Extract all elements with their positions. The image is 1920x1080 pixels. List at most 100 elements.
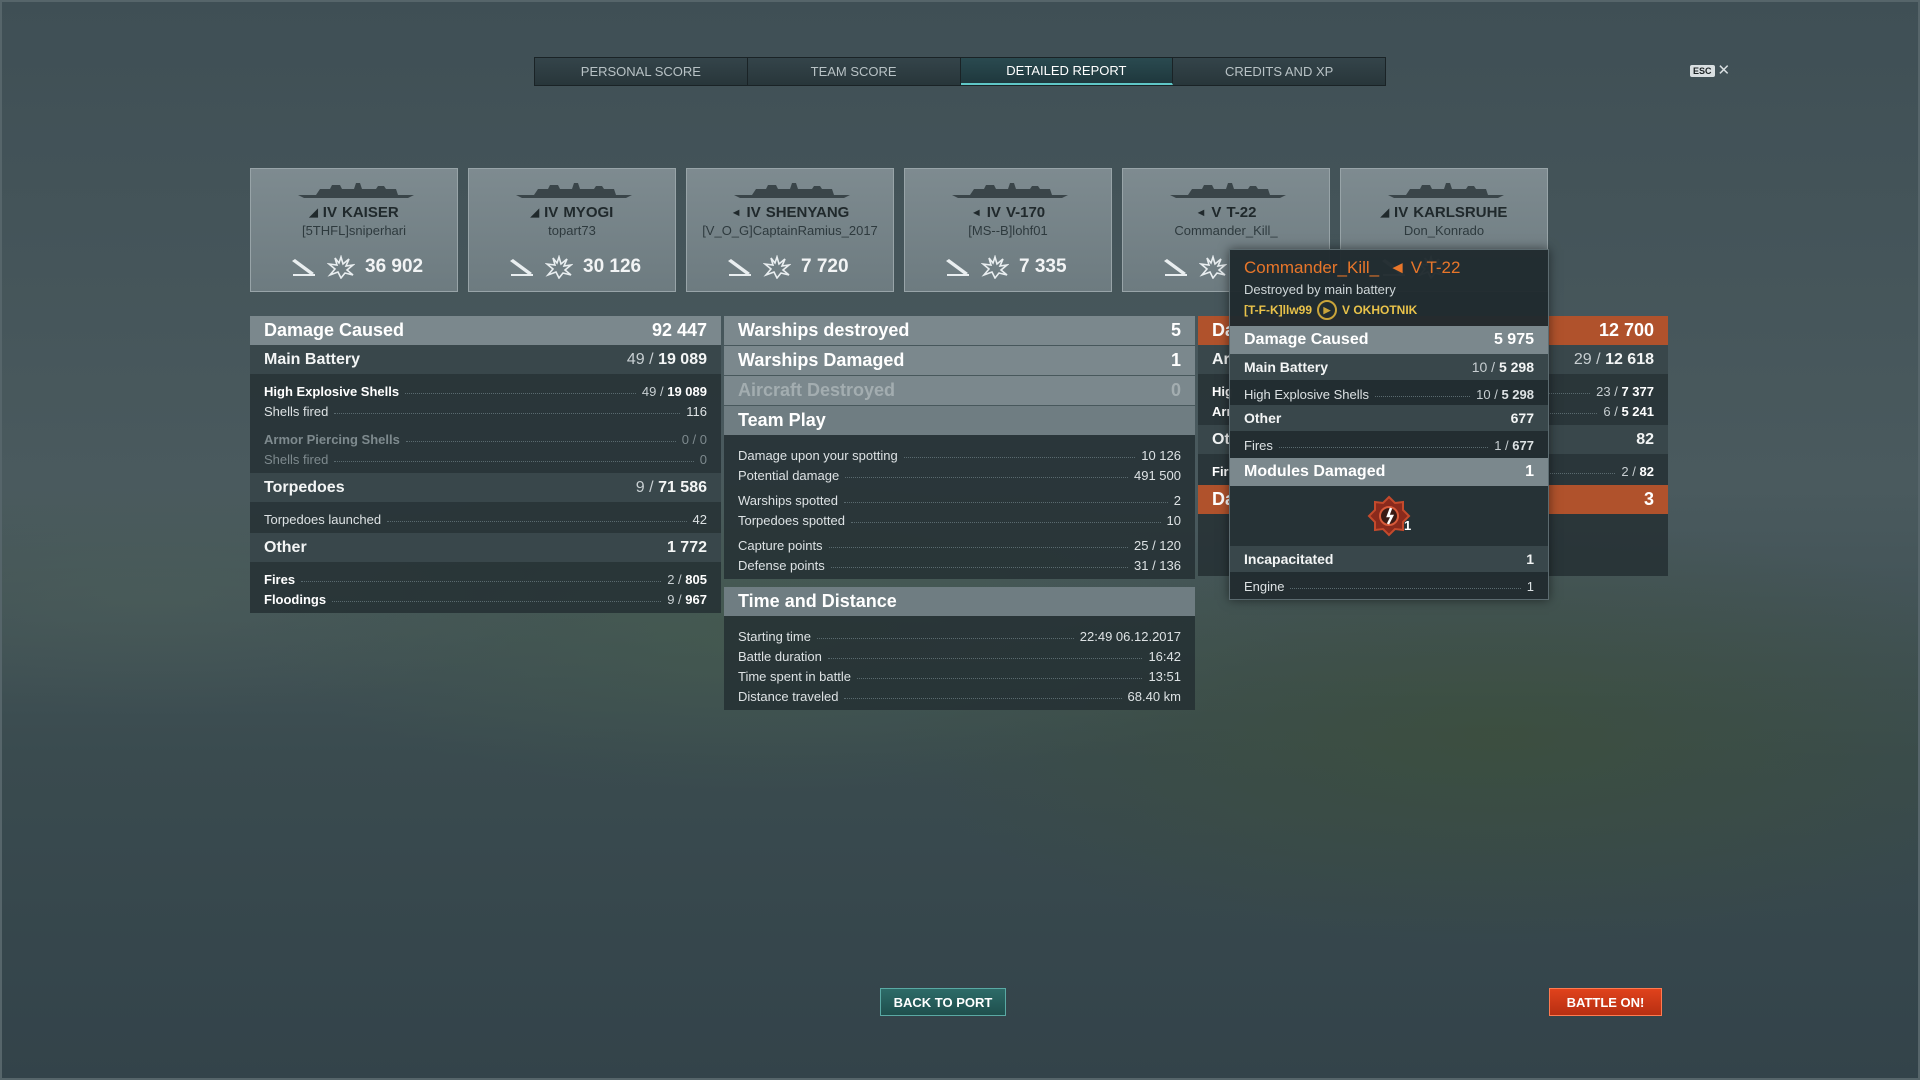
destroyer-type-icon: ◄ [1389,258,1406,277]
ship-class-icon: ◢ [309,207,318,219]
tooltip-destroyed-by: Destroyed by main battery [1244,282,1396,297]
fires-row: Fires 2 / 805 [264,572,707,587]
tooltip-main-battery: Main Battery 10 / 5 298 [1230,354,1548,380]
damage-burst-icon [1199,255,1227,279]
ship-silhouette-icon [1170,183,1286,198]
team-play-header: Team Play [724,406,1195,435]
damage-burst-icon [545,255,573,279]
tab-personal-score[interactable]: PERSONAL SCORE [535,58,748,85]
tooltip-other: Other 677 [1230,405,1548,431]
ship-damage-value: 30 126 [583,256,642,277]
ship-stats: 7 335 [943,255,1067,279]
spotting-damage-row: Damage upon your spotting 10 126 [738,448,1181,463]
ship-silhouette-icon [298,183,414,198]
ship-damage-value: 7 335 [1019,256,1067,277]
ship-player-name: [MS--B]lohf01 [968,223,1048,238]
tooltip-killer: [T-F-K]llw99 ▶ V OKHOTNIK [1244,300,1534,320]
battle-duration-row: Battle duration 16:42 [738,649,1181,664]
ap-shells-row: Armor Piercing Shells 0 / 0 [264,432,707,447]
report-tabs: PERSONAL SCORE TEAM SCORE DETAILED REPOR… [534,57,1386,86]
ship-stats: 30 126 [507,255,641,279]
ship-stats: 7 720 [725,255,849,279]
sunk-ship-icon [1164,259,1187,276]
time-in-battle-row: Time spent in battle 13:51 [738,669,1181,684]
damage-burst-icon [981,255,1009,279]
ship-class-icon: ◄ [730,206,742,219]
damage-caused-header: Damage Caused 92 447 [250,316,721,345]
starting-time-row: Starting time 22:49 06.12.2017 [738,629,1181,644]
defense-points-row: Defense points 31 / 136 [738,558,1181,573]
warships-spotted-row: Warships spotted 2 [738,493,1181,508]
ship-name: ◄ IV SHENYANG [730,204,850,221]
sunk-ship-icon [292,259,315,276]
tooltip-module-area: 1 [1230,486,1548,546]
ap-shells-fired-row: Shells fired 0 [264,452,707,467]
he-shells-fired-row: Shells fired 116 [264,404,707,419]
tooltip-fires-row: Fires 1 / 677 [1244,438,1534,453]
tooltip-he-row: High Explosive Shells 10 / 5 298 [1244,387,1534,402]
sunk-ship-icon [946,259,969,276]
battle-on-button[interactable]: BATTLE ON! [1549,988,1662,1016]
ship-name: ◄ IV V-170 [970,204,1046,221]
aircraft-destroyed-header: Aircraft Destroyed 0 [724,376,1195,405]
esc-key-icon: ESC [1690,64,1715,77]
potential-damage-row: Potential damage 491 500 [738,468,1181,483]
ship-class-icon: ◢ [1380,207,1390,219]
ship-class-icon: ◄ [970,206,982,219]
tab-detailed-report[interactable]: DETAILED REPORT [960,58,1174,85]
ship-class-icon: ◢ [530,207,540,219]
torpedoes-launched-row: Torpedoes launched 42 [264,512,707,527]
ship-class-icon: ◄ [1195,206,1207,219]
close-icon: ✕ [1717,62,1731,79]
damage-burst-icon [763,255,791,279]
sunk-ship-icon [728,259,751,276]
ship-card[interactable]: ◢ IV MYOGI topart73 30 126 [468,168,676,292]
ship-damage-value: 36 902 [365,256,424,277]
damage-burst-icon [327,255,355,279]
back-to-port-button[interactable]: BACK TO PORT [880,988,1006,1016]
ship-name: ◢ IV MYOGI [530,204,614,221]
ship-name: ◢ IV KARLSRUHE [1380,204,1508,221]
ship-detail-tooltip: Commander_Kill_ ◄ V T-22 Destroyed by mai… [1229,249,1549,600]
tooltip-incapacitated: Incapacitated 1 [1230,546,1548,572]
ship-silhouette-icon [516,183,632,198]
ship-player-name: [V_O_G]CaptainRamius_2017 [702,223,878,238]
torpedoes-header: Torpedoes 9 / 71 586 [250,473,721,502]
torpedoes-spotted-row: Torpedoes spotted 10 [738,513,1181,528]
warships-damaged-header: Warships Damaged 1 [724,346,1195,375]
ship-name: ◢ IV KAISER [309,204,399,221]
ship-player-name: [5THFL]sniperhari [301,223,407,238]
tooltip-modules-damaged: Modules Damaged 1 [1230,458,1548,486]
capture-points-row: Capture points 25 / 120 [738,538,1181,553]
ribbon-emblem-icon: ▶ [1317,300,1337,320]
tab-team-score[interactable]: TEAM SCORE [747,58,961,85]
ship-card[interactable]: ◄ IV V-170 [MS--B]lohf01 7 335 [904,168,1112,292]
ship-stats [1161,255,1237,279]
distance-traveled-row: Distance traveled 68.40 km [738,689,1181,704]
ship-silhouette-icon [1388,183,1504,198]
ship-player-name: Commander_Kill_ [1174,223,1278,238]
sunk-ship-icon [510,259,533,276]
tooltip-player-name: Commander_Kill_ [1244,258,1380,277]
ship-name: ◄ V T-22 [1195,204,1257,221]
main-battery-header: Main Battery 49 / 19 089 [250,345,721,374]
floodings-row: Floodings 9 / 967 [264,592,707,607]
time-distance-header: Time and Distance [724,587,1195,616]
battle-stats-panel: Warships destroyed 5 Warships Damaged 1 Ai… [724,316,1195,710]
he-shells-row: High Explosive Shells 49 / 19 089 [264,384,707,399]
tooltip-module-count: 1 [1404,518,1412,533]
tooltip-engine-row: Engine 1 [1244,579,1534,594]
other-damage-header: Other 1 772 [250,533,721,562]
damage-panel: Damage Caused 92 447 Main Battery 49 / 19 … [250,316,721,613]
esc-close-button[interactable]: ESC ✕ [1690,63,1730,78]
warships-destroyed-header: Warships destroyed 5 [724,316,1195,345]
ship-player-name: topart73 [548,223,596,238]
ship-silhouette-icon [734,183,850,198]
ship-silhouette-icon [952,183,1068,198]
ship-card[interactable]: ◢ IV KAISER [5THFL]sniperhari 36 902 [250,168,458,292]
tooltip-damage-caused: Damage Caused 5 975 [1230,326,1548,354]
ship-player-name: Don_Konrado [1403,223,1485,238]
ship-card[interactable]: ◄ IV SHENYANG [V_O_G]CaptainRamius_2017 7 72… [686,168,894,292]
ship-stats: 36 902 [289,255,423,279]
tab-credits-and-xp[interactable]: CREDITS AND XP [1173,58,1385,85]
